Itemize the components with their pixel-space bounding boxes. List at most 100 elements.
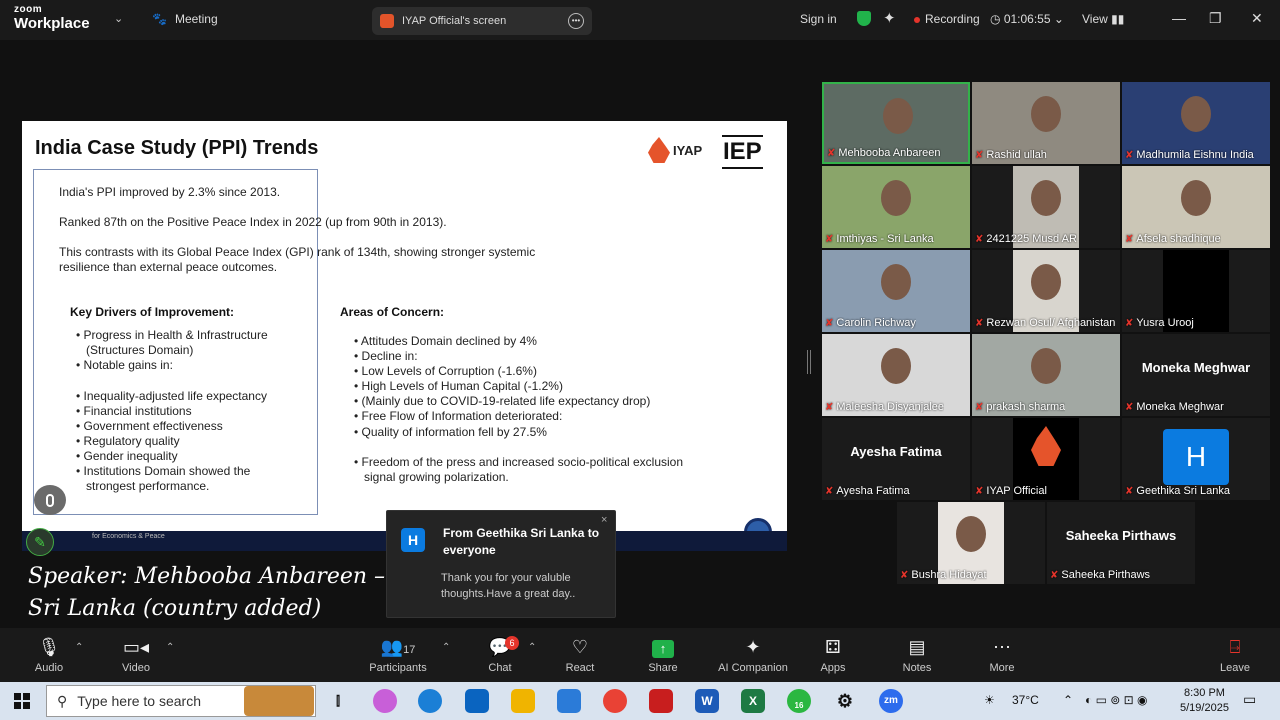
participant-tile[interactable]: ✘ Afsela shadhique [1122,166,1270,248]
store-icon[interactable] [557,689,581,713]
participant-tile[interactable]: ✘ Carolin Richway [822,250,970,332]
speaker-caption-line-2: Sri Lanka (country added) [28,596,322,621]
recording-indicator[interactable]: Recording [914,12,980,26]
participant-tile[interactable]: ✘ Imthiyas - Sri Lanka [822,166,970,248]
participant-tile[interactable]: ✘ Yusra Urooj [1122,250,1270,332]
sparkle-icon[interactable]: ✦ [883,9,896,27]
driver-item: • Institutions Domain showed the [76,464,251,478]
concern-item: • High Levels of Human Capital (-1.2%) [354,379,563,393]
muted-mic-icon: ✘ [1125,318,1134,329]
view-button[interactable]: View ▮▮ [1082,12,1124,26]
participant-name-text: IYAP Official [986,485,1047,497]
muted-mic-icon: ✘ [900,570,909,581]
participant-tile[interactable]: ✘ Maleesha Disyanjalee [822,334,970,416]
face-shape [883,98,913,134]
chevron-down-icon[interactable]: ⌄ [114,12,123,25]
participant-tile[interactable]: ✘ Mehbooba Anbareen [822,82,970,164]
participant-tile[interactable]: ✘ Rashid ullah [972,82,1120,164]
shared-screen-indicator[interactable]: IYAP Official's screen ••• [372,7,592,35]
chat-button[interactable]: 💬 6 Chat ⌃ [460,636,540,674]
secure-shield-icon[interactable] [857,11,871,29]
mic-icon[interactable] [34,485,66,515]
face-shape [1181,180,1211,216]
minimize-icon[interactable]: — [1172,10,1186,26]
copilot-icon[interactable] [373,689,397,713]
chevron-up-icon[interactable]: ⌃ [166,642,174,653]
notes-button[interactable]: ▤ Notes [877,636,957,674]
participant-tile[interactable]: H ✘ Geethika Sri Lanka [1122,418,1270,500]
concern-item: • Attitudes Domain declined by 4% [354,334,537,348]
participant-tile[interactable]: ✘ Bushra Hidayat [897,502,1045,584]
chevron-up-icon[interactable]: ⌃ [75,642,83,653]
task-view-icon[interactable]: ⫿ [326,689,350,713]
participant-tile[interactable]: Saheeka Pirthaws ✘ Saheeka Pirthaws [1047,502,1195,584]
participant-name: ✘ Saheeka Pirthaws [1050,569,1150,581]
more-button[interactable]: ⋯ More [962,636,1042,674]
chevron-up-icon[interactable]: ⌃ [528,642,536,653]
outlook-icon[interactable] [465,689,489,713]
video-button[interactable]: ▭◂ Video ⌃ [96,636,176,674]
participant-name: ✘ Moneka Meghwar [1125,401,1224,413]
participant-name: ✘ Ayesha Fatima [825,485,910,497]
weather-temperature[interactable]: 37°C [1012,693,1039,707]
meeting-menu[interactable]: 🐾 Meeting [152,12,218,26]
chat-notification[interactable]: H From Geethika Sri Lanka to everyone Th… [386,510,616,618]
close-icon[interactable]: ✕ [1251,10,1263,27]
muted-mic-icon: ✘ [975,486,984,497]
intro-line: This contrasts with its Global Peace Ind… [59,245,536,259]
resize-handle[interactable] [807,350,811,374]
meeting-timer[interactable]: ◷ 01:06:55 ⌄ [990,12,1064,26]
chrome-icon[interactable] [603,689,627,713]
muted-mic-icon: ✘ [1125,150,1134,161]
react-button[interactable]: ♡ React [540,636,620,674]
chevron-up-icon[interactable]: ⌃ [442,642,450,653]
excel-icon[interactable]: X [741,689,765,713]
driver-item: • Regulatory quality [76,434,180,448]
sign-in-button[interactable]: Sign in [800,12,837,26]
search-icon: ⚲ [57,692,68,709]
file-explorer-icon[interactable] [511,689,535,713]
leave-button[interactable]: ⍈ Leave [1195,636,1275,674]
view-label: View [1082,12,1108,26]
participant-tile[interactable]: ✘ prakash sharma [972,334,1120,416]
participant-tile[interactable]: Moneka Meghwar ✘ Moneka Meghwar [1122,334,1270,416]
concern-item: • (Mainly due to COVID-19-related life e… [354,394,651,408]
ai-companion-button[interactable]: ✦ AI Companion [708,636,798,674]
restore-icon[interactable]: ❐ [1209,10,1222,27]
tray-icons[interactable]: ◐ ▭ ⊚ ⊡ ◉ [1085,693,1148,707]
annotate-pencil-icon[interactable]: ✎ [26,528,54,556]
participant-tile[interactable]: ✘ 2421225 Musd AR [972,166,1120,248]
notes-label: Notes [902,662,932,674]
concern-heading: Areas of Concern: [340,305,445,319]
driver-item: • Progress in Health & Infrastructure [76,328,268,342]
audio-button[interactable]: 🎙 Audio ⌃ [9,636,89,674]
zoom-app-icon[interactable]: zm [879,689,903,713]
word-icon[interactable]: W [695,689,719,713]
close-icon[interactable]: × [601,514,607,526]
apps-icon: ⚃ [825,637,841,657]
participant-name-text: Geethika Sri Lanka [1136,485,1230,497]
whatsapp-icon[interactable]: 16 [787,689,811,713]
participant-tile[interactable]: ✘ Madhumila Eishnu India [1122,82,1270,164]
search-highlight-icon [244,686,314,716]
chat-sender: From Geethika Sri Lanka to everyone [443,526,600,557]
chevron-up-icon[interactable]: ⌃ [1063,693,1073,707]
participant-tile[interactable]: ✘ Rezwan Osul/ Afghanistan [972,250,1120,332]
sender-avatar: H [401,528,425,552]
paw-icon: 🐾 [152,12,167,26]
settings-gear-icon[interactable]: ⚙ [833,689,857,713]
participant-tile[interactable]: ✘ IYAP Official [972,418,1120,500]
acrobat-icon[interactable] [649,689,673,713]
edge-icon[interactable] [418,689,442,713]
apps-button[interactable]: ⚃ Apps [793,636,873,674]
notification-icon[interactable]: ▭ [1243,691,1256,708]
audio-label: Audio [34,662,64,674]
more-options-icon[interactable]: ••• [568,13,584,29]
windows-start-icon[interactable] [14,693,30,709]
driver-item: strongest performance. [86,479,210,493]
participant-tile[interactable]: Ayesha Fatima ✘ Ayesha Fatima [822,418,970,500]
share-button[interactable]: ↑ Share [623,636,703,674]
taskbar-clock[interactable]: 8:30 PM 5/19/2025 [1180,686,1229,716]
participants-button[interactable]: 👥17 Participants ⌃ [358,636,450,674]
weather-icon[interactable]: ☀ [984,693,995,707]
